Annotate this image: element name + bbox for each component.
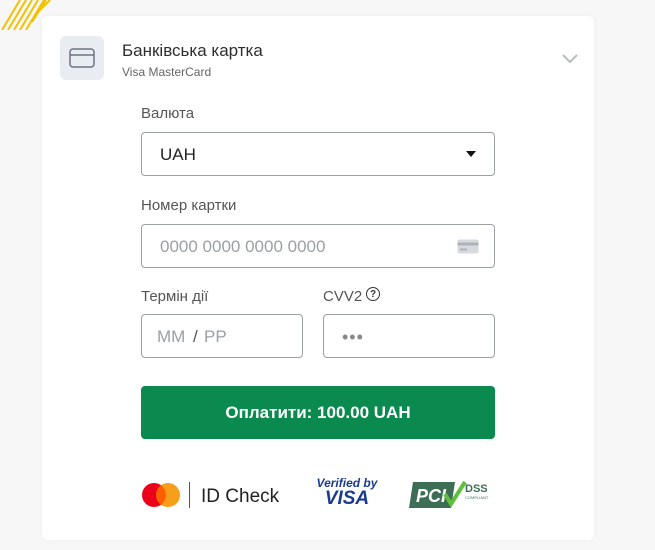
svg-text:PCI: PCI	[416, 486, 447, 506]
currency-select[interactable]: UAH	[141, 132, 495, 176]
cvv-placeholder: •••	[342, 327, 364, 347]
expiry-separator: /	[193, 327, 198, 346]
currency-value: UAH	[160, 145, 196, 164]
credit-card-icon	[60, 36, 104, 80]
card-number-input[interactable]: 0000 0000 0000 0000	[141, 224, 495, 268]
help-icon[interactable]: ?	[366, 287, 380, 301]
expiry-input[interactable]: MM / PP	[141, 314, 303, 358]
verified-by-visa-logo: Verified by VISA	[311, 476, 383, 508]
pay-button[interactable]: Оплатити: 100.00 UAH	[141, 386, 495, 439]
card-number-placeholder: 0000 0000 0000 0000	[160, 237, 326, 256]
card-number-label: Номер картки	[141, 197, 237, 214]
expiry-month-placeholder: MM	[157, 327, 186, 346]
payment-method-subtitle: Visa MasterCard	[122, 65, 212, 79]
cvv-label: CVV2	[323, 288, 363, 305]
payment-card-panel: Банківська картка Visa MasterCard Валюта…	[42, 16, 594, 540]
security-logos: ID Check Verified by VISA PCI DSS COMPLI…	[141, 476, 501, 516]
payment-method-header[interactable]: Банківська картка Visa MasterCard	[60, 36, 580, 82]
cvv-input[interactable]: •••	[323, 314, 495, 358]
mastercard-logo	[142, 483, 180, 507]
payment-method-title: Банківська картка	[122, 41, 263, 60]
svg-text:DSS: DSS	[465, 483, 488, 495]
chevron-down-icon[interactable]	[560, 48, 580, 68]
svg-text:COMPLIANT: COMPLIANT	[465, 495, 489, 500]
visa-text: VISA	[324, 488, 370, 509]
id-check-text: ID Check	[201, 486, 280, 507]
expiry-label: Термін дії	[141, 288, 209, 305]
logo-divider	[189, 482, 190, 508]
card-icon	[457, 239, 479, 254]
caret-down-icon	[466, 151, 476, 157]
expiry-year-placeholder: PP	[204, 327, 227, 346]
currency-label: Валюта	[141, 105, 195, 122]
pci-dss-logo: PCI DSS COMPLIANT	[409, 480, 489, 508]
